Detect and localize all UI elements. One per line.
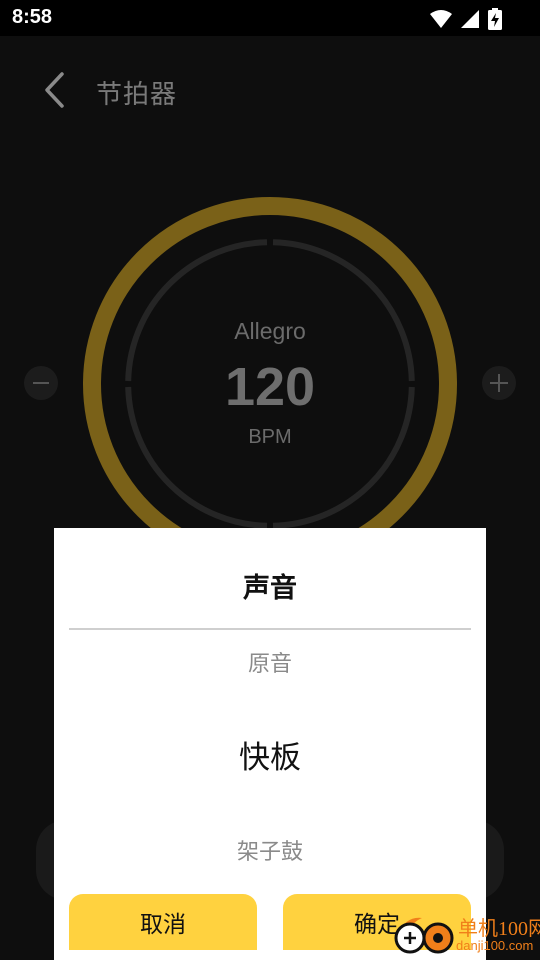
watermark-text: 单机100网 <box>458 918 540 940</box>
battery-charging-icon <box>488 8 502 30</box>
watermark: 单机100网 danji100.com <box>392 904 540 960</box>
signal-icon <box>461 10 479 28</box>
watermark-logo-icon <box>394 917 454 954</box>
bpm-value: 120 <box>224 357 316 417</box>
watermark-url: danji100.com <box>456 938 534 953</box>
dialog-title: 声音 <box>243 573 297 604</box>
wifi-icon <box>430 10 452 28</box>
cancel-button[interactable]: 取消 <box>69 894 257 950</box>
status-time: 8:58 <box>12 6 53 28</box>
picker-option-prev[interactable]: 原音 <box>54 646 486 678</box>
sound-picker-dialog: 声音 原音 快板 架子鼓 取消 确定 <box>54 528 486 960</box>
page-title: 节拍器 <box>96 80 178 110</box>
minus-icon <box>33 382 49 384</box>
plus-icon <box>490 374 508 392</box>
back-arrow-icon[interactable] <box>36 68 76 112</box>
picker-option-selected[interactable]: 快板 <box>54 732 486 777</box>
tempo-name: Allegro <box>234 318 306 344</box>
decrease-tempo-button[interactable] <box>24 366 58 400</box>
status-icons <box>430 8 502 30</box>
bpm-unit: BPM <box>248 426 292 448</box>
status-bar: 8:58 <box>0 0 540 36</box>
dialog-divider <box>69 628 471 630</box>
increase-tempo-button[interactable] <box>482 366 516 400</box>
picker-option-next[interactable]: 架子鼓 <box>54 834 486 866</box>
